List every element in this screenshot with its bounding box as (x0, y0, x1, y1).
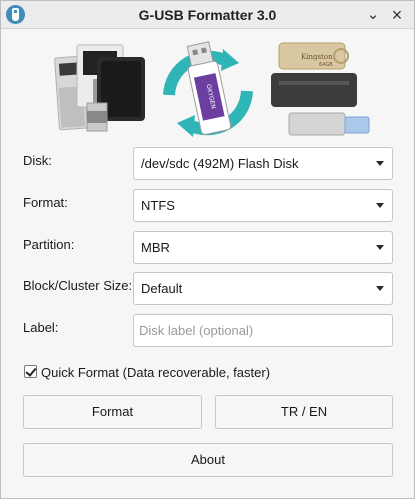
usb-drive-refresh-icon: OXYGEN (163, 41, 253, 137)
block-size-select-value: Default (141, 281, 183, 296)
quick-format-checkbox[interactable] (24, 365, 37, 378)
chevron-down-icon (376, 286, 384, 291)
banner-image: OXYGEN Kingston 64GB (54, 41, 370, 137)
disk-label-label: Label: (23, 320, 59, 335)
block-size-select[interactable]: Default (133, 272, 393, 305)
disk-select[interactable]: /dev/sdc (492M) Flash Disk (133, 147, 393, 180)
chevron-down-icon (376, 203, 384, 208)
block-size-label: Block/Cluster Size: (23, 278, 133, 293)
format-select[interactable]: NTFS (133, 189, 393, 222)
capacity-text: 64GB (319, 62, 333, 68)
partition-select[interactable]: MBR (133, 231, 393, 264)
window-title: G-USB Formatter 3.0 (138, 7, 277, 23)
format-button[interactable]: Format (23, 395, 202, 429)
partition-label: Partition: (23, 237, 75, 252)
chevron-down-icon (376, 161, 384, 166)
disk-label-input[interactable] (133, 314, 393, 347)
external-hard-drives-image (54, 44, 145, 132)
minimize-icon[interactable]: ⌄ (363, 5, 383, 25)
title-bar[interactable]: G-USB Formatter 3.0 ⌄ × (1, 1, 414, 29)
chevron-down-icon (376, 245, 384, 250)
format-label: Format: (23, 195, 68, 210)
language-toggle-button[interactable]: TR / EN (215, 395, 393, 429)
app-window: G-USB Formatter 3.0 ⌄ × OXYGEN Kingston … (0, 0, 415, 499)
format-select-value: NTFS (141, 198, 175, 213)
disk-select-value: /dev/sdc (492M) Flash Disk (141, 156, 299, 171)
kingston-text: Kingston (301, 53, 333, 61)
disk-label: Disk: (23, 153, 52, 168)
close-icon[interactable]: × (387, 5, 407, 25)
quick-format-label[interactable]: Quick Format (Data recoverable, faster) (41, 365, 270, 380)
usb-flash-drives-image: Kingston 64GB (271, 42, 370, 136)
about-button[interactable]: About (23, 443, 393, 477)
partition-select-value: MBR (141, 240, 170, 255)
